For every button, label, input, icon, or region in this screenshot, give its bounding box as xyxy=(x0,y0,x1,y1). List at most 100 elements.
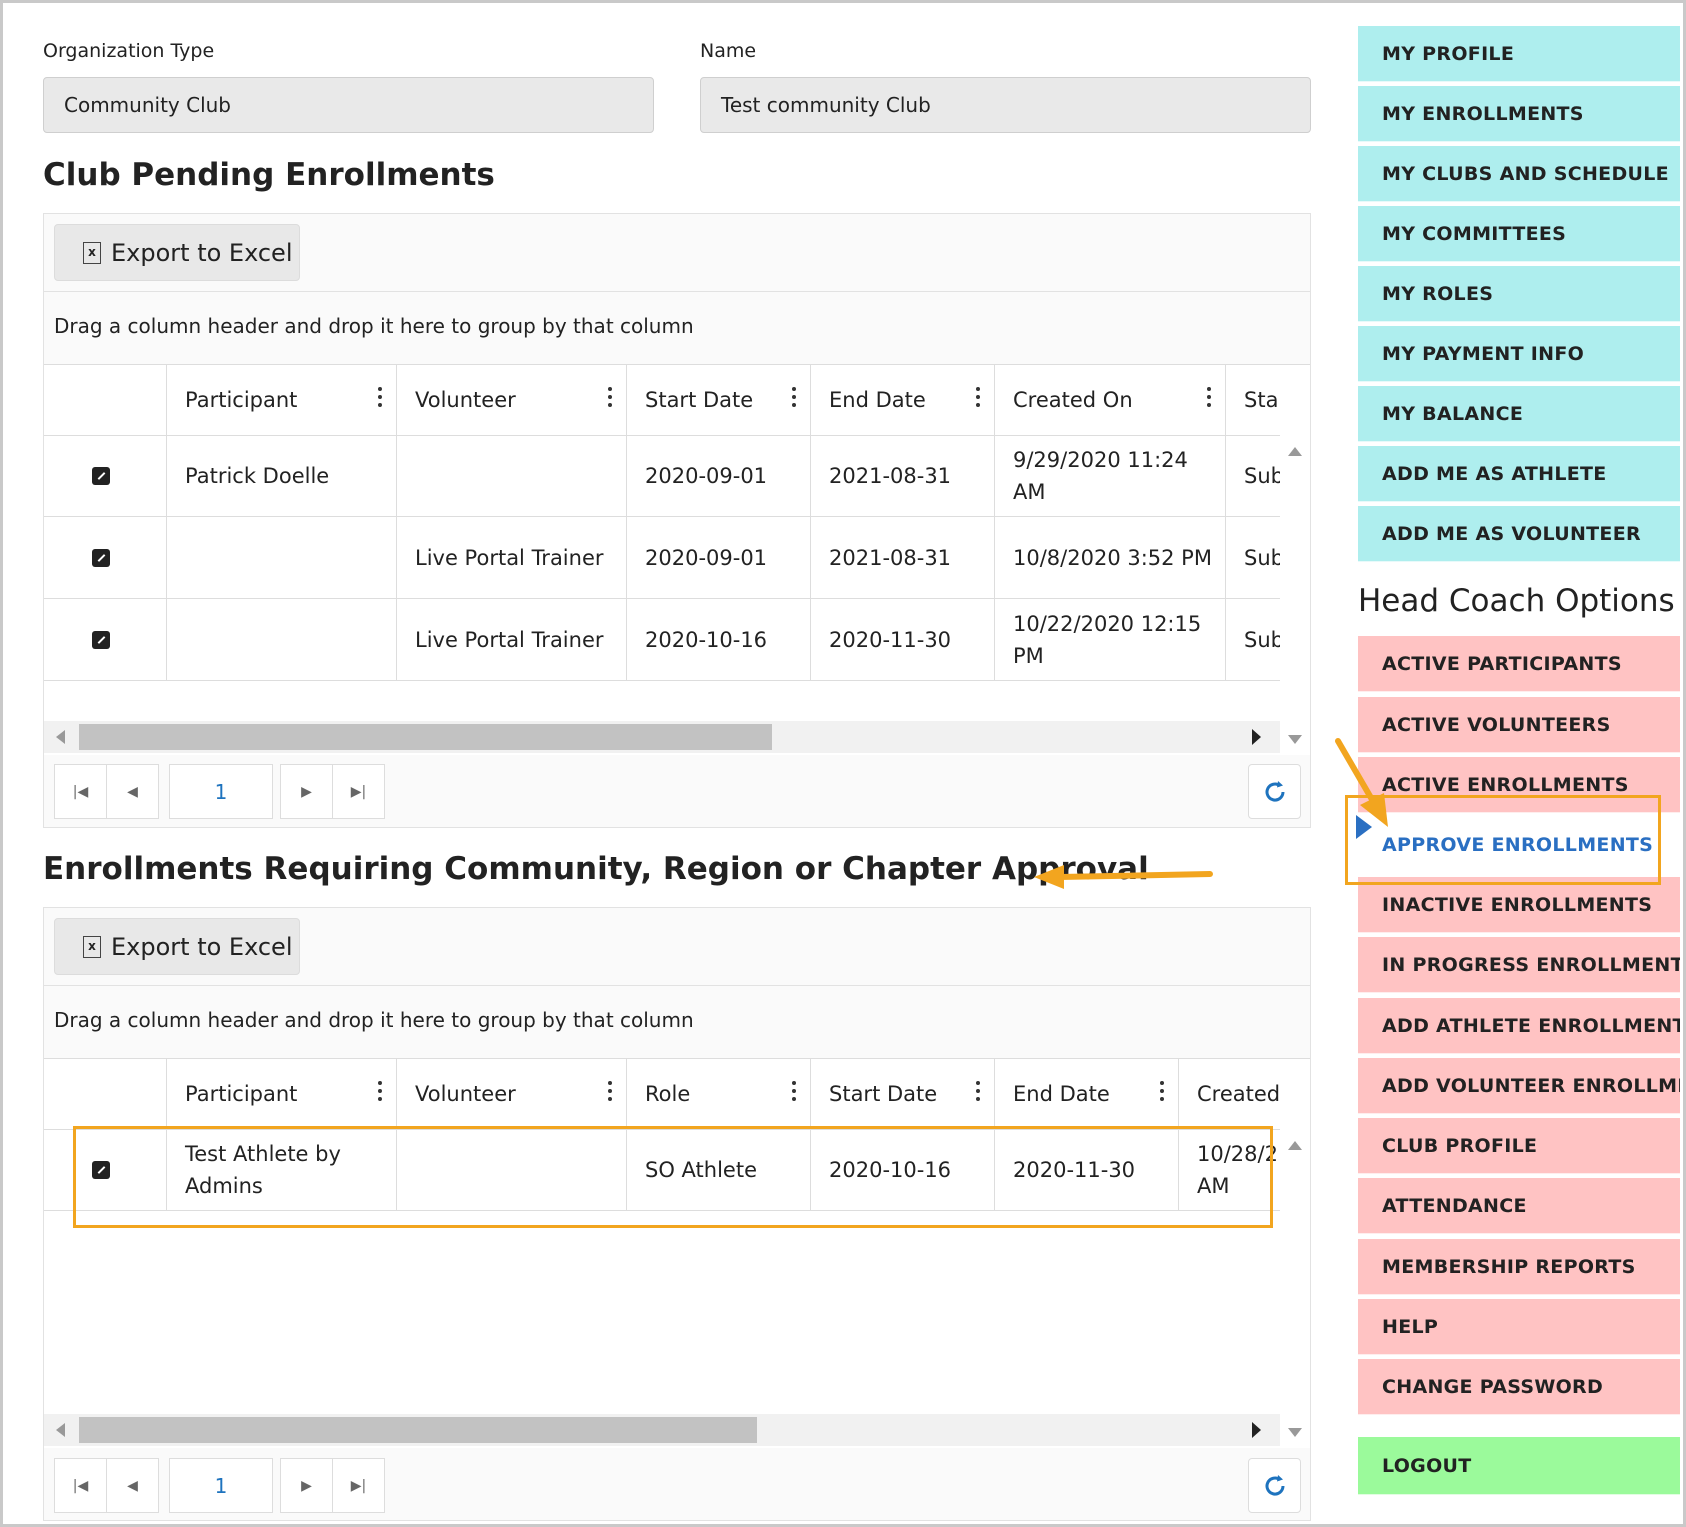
status-cell: Sub xyxy=(1225,517,1280,598)
grid-header: Participant Volunteer Role Start Date En… xyxy=(44,1059,1310,1130)
nav-inactive-enrollments[interactable]: INACTIVE ENROLLMENTS xyxy=(1358,877,1680,933)
last-page-button[interactable]: ▶| xyxy=(332,1458,385,1513)
next-page-button[interactable]: ▶ xyxy=(280,764,333,819)
nav-my-roles[interactable]: MY ROLES xyxy=(1358,266,1680,322)
col-header-participant[interactable]: Participant xyxy=(166,365,396,435)
scroll-right-icon[interactable] xyxy=(1252,729,1261,745)
nav-my-enrollments[interactable]: MY ENROLLMENTS xyxy=(1358,86,1680,142)
horizontal-scrollbar[interactable] xyxy=(44,1414,1280,1446)
export-excel-button[interactable]: x Export to Excel xyxy=(54,224,300,281)
nav-active-participants[interactable]: ACTIVE PARTICIPANTS xyxy=(1358,636,1680,692)
start-date-cell: 2020-09-01 xyxy=(626,517,810,598)
name-field[interactable]: Test community Club xyxy=(700,77,1311,133)
horizontal-scrollbar[interactable] xyxy=(44,721,1280,753)
name-label: Name xyxy=(700,40,757,62)
edit-icon[interactable] xyxy=(92,466,110,485)
edit-icon[interactable] xyxy=(92,630,110,649)
col-header-end-date[interactable]: End Date xyxy=(810,365,994,435)
nav-attendance[interactable]: ATTENDANCE xyxy=(1358,1178,1680,1234)
nav-my-profile[interactable]: MY PROFILE xyxy=(1358,26,1680,82)
col-header-participant[interactable]: Participant xyxy=(166,1059,396,1129)
scroll-left-icon[interactable] xyxy=(56,730,65,744)
nav-membership-reports[interactable]: MEMBERSHIP REPORTS xyxy=(1358,1239,1680,1295)
nav-my-clubs-and-schedule[interactable]: MY CLUBS AND SCHEDULE xyxy=(1358,146,1680,202)
nav-in-progress-enrollments[interactable]: IN PROGRESS ENROLLMENTS xyxy=(1358,937,1680,993)
start-date-cell: 2020-10-16 xyxy=(626,599,810,680)
table-row[interactable]: Live Portal Trainer 2020-09-01 2021-08-3… xyxy=(44,517,1280,599)
col-header-role[interactable]: Role xyxy=(626,1059,810,1129)
section2-title: Enrollments Requiring Community, Region … xyxy=(43,851,1149,887)
org-type-label: Organization Type xyxy=(43,40,215,62)
vertical-scrollbar[interactable] xyxy=(1280,1129,1310,1448)
column-menu-icon[interactable] xyxy=(792,1081,796,1103)
export-label: Export to Excel xyxy=(111,932,293,961)
nav-my-balance[interactable]: MY BALANCE xyxy=(1358,386,1680,442)
col-header-created-on[interactable]: Created On xyxy=(994,365,1225,435)
table-row[interactable]: Live Portal Trainer 2020-10-16 2020-11-3… xyxy=(44,599,1280,681)
excel-icon: x xyxy=(83,241,101,264)
prev-page-button[interactable]: ◀ xyxy=(106,764,159,819)
column-menu-icon[interactable] xyxy=(976,1081,980,1103)
participant-cell xyxy=(166,517,396,598)
nav-add-athlete-enrollment[interactable]: ADD ATHLETE ENROLLMENT xyxy=(1358,998,1680,1054)
col-header-created[interactable]: Created xyxy=(1178,1059,1280,1129)
nav-add-volunteer-enrollment[interactable]: ADD VOLUNTEER ENROLLMENT xyxy=(1358,1058,1680,1114)
refresh-button[interactable] xyxy=(1248,1458,1301,1513)
col-header-end-date[interactable]: End Date xyxy=(994,1059,1178,1129)
export-excel-button[interactable]: x Export to Excel xyxy=(54,918,300,975)
excel-icon: x xyxy=(83,935,101,958)
col-header-volunteer[interactable]: Volunteer xyxy=(396,365,626,435)
first-page-button[interactable]: |◀ xyxy=(54,1458,107,1513)
column-menu-icon[interactable] xyxy=(1207,387,1211,409)
column-menu-icon[interactable] xyxy=(378,387,382,409)
start-date-cell: 2020-09-01 xyxy=(626,435,810,516)
nav-my-committees[interactable]: MY COMMITTEES xyxy=(1358,206,1680,262)
scroll-thumb[interactable] xyxy=(79,724,772,750)
grid-body: Participant Volunteer Start Date End Dat… xyxy=(44,364,1310,755)
column-menu-icon[interactable] xyxy=(976,387,980,409)
status-cell: Sub xyxy=(1225,435,1280,516)
grid-header: Participant Volunteer Start Date End Dat… xyxy=(44,365,1310,436)
nav-logout[interactable]: LOGOUT xyxy=(1358,1437,1680,1495)
vertical-scrollbar[interactable] xyxy=(1280,435,1310,755)
column-menu-icon[interactable] xyxy=(608,387,612,409)
nav-help[interactable]: HELP xyxy=(1358,1299,1680,1355)
participant-cell xyxy=(166,599,396,680)
column-menu-icon[interactable] xyxy=(1160,1081,1164,1103)
nav-add-me-as-athlete[interactable]: ADD ME AS ATHLETE xyxy=(1358,446,1680,502)
column-menu-icon[interactable] xyxy=(608,1081,612,1103)
col-header-volunteer[interactable]: Volunteer xyxy=(396,1059,626,1129)
last-page-button[interactable]: ▶| xyxy=(332,764,385,819)
scroll-thumb[interactable] xyxy=(79,1417,757,1443)
export-label: Export to Excel xyxy=(111,238,293,267)
column-menu-icon[interactable] xyxy=(792,387,796,409)
column-menu-icon[interactable] xyxy=(378,1081,382,1103)
scroll-left-icon[interactable] xyxy=(56,1423,65,1437)
nav-my-payment-info[interactable]: MY PAYMENT INFO xyxy=(1358,326,1680,382)
nav-change-password[interactable]: CHANGE PASSWORD xyxy=(1358,1359,1680,1415)
org-type-field[interactable]: Community Club xyxy=(43,77,654,133)
volunteer-cell: Live Portal Trainer xyxy=(396,599,626,680)
nav-club-profile[interactable]: CLUB PROFILE xyxy=(1358,1118,1680,1174)
pending-enrollments-grid: x Export to Excel Drag a column header a… xyxy=(43,213,1311,828)
nav-active-volunteers[interactable]: ACTIVE VOLUNTEERS xyxy=(1358,697,1680,753)
scroll-down-icon[interactable] xyxy=(1288,1428,1302,1437)
section1-title: Club Pending Enrollments xyxy=(43,157,495,193)
scroll-up-icon[interactable] xyxy=(1288,1141,1302,1150)
page-number[interactable]: 1 xyxy=(169,764,273,819)
table-row[interactable]: Patrick Doelle 2020-09-01 2021-08-31 9/2… xyxy=(44,435,1280,517)
scroll-up-icon[interactable] xyxy=(1288,447,1302,456)
edit-icon[interactable] xyxy=(92,548,110,567)
col-header-start-date[interactable]: Start Date xyxy=(626,365,810,435)
prev-page-button[interactable]: ◀ xyxy=(106,1458,159,1513)
scroll-right-icon[interactable] xyxy=(1252,1422,1261,1438)
next-page-button[interactable]: ▶ xyxy=(280,1458,333,1513)
col-header-start-date[interactable]: Start Date xyxy=(810,1059,994,1129)
nav-add-me-as-volunteer[interactable]: ADD ME AS VOLUNTEER xyxy=(1358,506,1680,562)
created-on-cell: 9/29/2020 11:24 AM xyxy=(994,435,1225,516)
scroll-down-icon[interactable] xyxy=(1288,735,1302,744)
page-number[interactable]: 1 xyxy=(169,1458,273,1513)
refresh-button[interactable] xyxy=(1248,764,1301,819)
first-page-button[interactable]: |◀ xyxy=(54,764,107,819)
col-header-status[interactable]: Sta xyxy=(1225,365,1280,435)
